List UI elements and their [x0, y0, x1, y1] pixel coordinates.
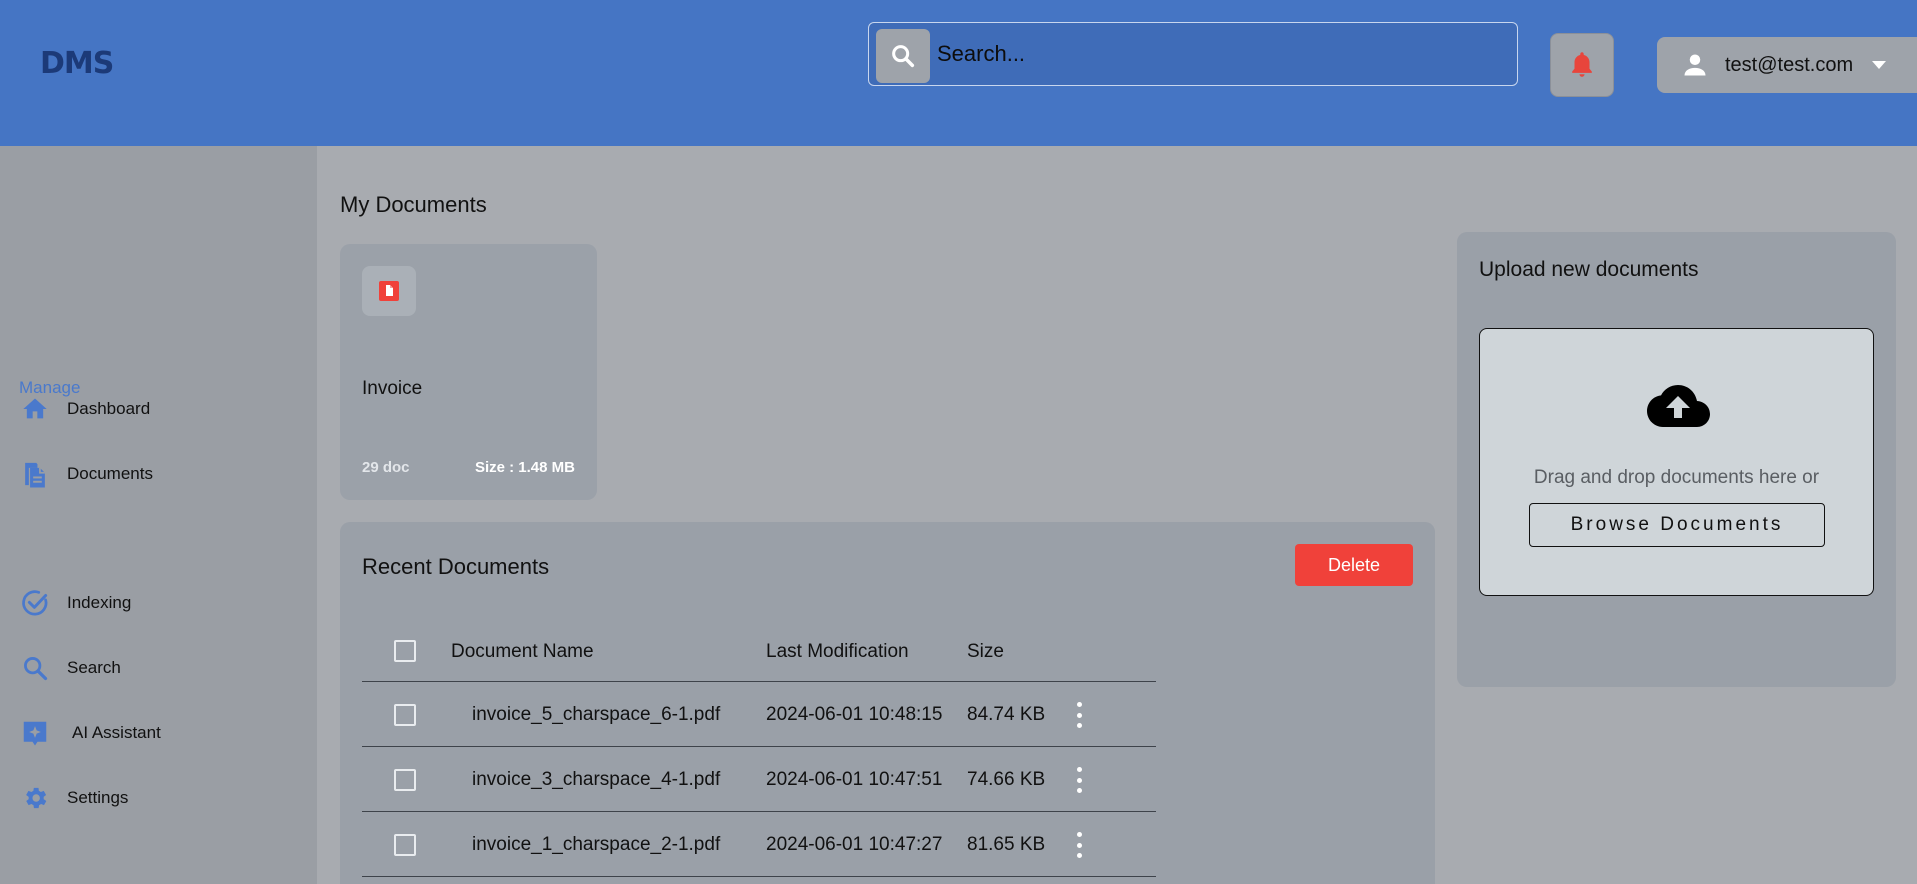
sidebar-item-search[interactable]: Search: [0, 643, 317, 693]
sidebar-item-label: Documents: [67, 464, 153, 483]
folder-doc-count: 29 doc: [362, 459, 410, 476]
document-name[interactable]: invoice_5_charspace_6-1.pdf: [472, 704, 720, 726]
gear-icon: [20, 783, 50, 813]
column-header-name[interactable]: Document Name: [451, 641, 594, 663]
user-icon: [1684, 54, 1706, 76]
documents-icon: [20, 459, 50, 489]
recent-documents-title: Recent Documents: [362, 554, 550, 579]
recent-documents-table: Document Name Last Modification Size inv…: [362, 620, 1156, 877]
browse-documents-button[interactable]: Browse Documents: [1529, 503, 1825, 547]
search-input[interactable]: [937, 31, 1497, 77]
row-checkbox[interactable]: [394, 769, 416, 791]
table-row[interactable]: invoice_1_charspace_2-1.pdf 2024-06-01 1…: [362, 812, 1156, 877]
logo-letter-d: D: [40, 46, 65, 81]
upload-panel: Upload new documents Drag and drop docum…: [1457, 232, 1896, 687]
document-size: 81.65 KB: [967, 834, 1046, 855]
user-email: test@test.com: [1725, 53, 1854, 76]
row-checkbox[interactable]: [394, 704, 416, 726]
sidebar-item-settings[interactable]: Settings: [0, 773, 317, 823]
ai-sparkle-icon: [20, 718, 50, 748]
folder-card-invoice[interactable]: Invoice 29 doc Size : 1.48 MB: [340, 244, 597, 500]
sidebar-item-label: Search: [67, 658, 121, 677]
search-icon: [892, 45, 915, 68]
more-options-icon[interactable]: [1072, 700, 1086, 730]
sidebar: Dashboard Documents Manage Indexing Sear…: [0, 146, 317, 884]
sidebar-item-label: Settings: [67, 788, 129, 807]
folder-size: Size : 1.48 MB: [474, 459, 575, 476]
drop-zone[interactable]: Drag and drop documents here or Browse D…: [1479, 328, 1874, 596]
folder-name: Invoice: [362, 378, 423, 399]
pdf-file-icon: [379, 281, 399, 301]
table-header-row: Document Name Last Modification Size: [362, 620, 1156, 682]
recent-documents-panel: Recent Documents Delete Document Name La…: [340, 522, 1435, 884]
sidebar-item-indexing[interactable]: Indexing: [0, 578, 317, 628]
chevron-down-icon: [1872, 61, 1887, 69]
more-options-icon[interactable]: [1072, 765, 1086, 795]
document-modified: 2024-06-01 10:47:51: [766, 769, 943, 790]
cloud-upload-icon: [1647, 385, 1710, 427]
home-icon: [20, 394, 50, 424]
logo-letter-m: M: [63, 46, 94, 81]
row-checkbox[interactable]: [394, 834, 416, 856]
delete-button[interactable]: Delete: [1295, 544, 1413, 586]
folder-icon-wrapper: [362, 266, 416, 316]
user-menu-button[interactable]: test@test.com: [1657, 37, 1917, 93]
sidebar-item-label: Dashboard: [67, 399, 151, 418]
document-size: 84.74 KB: [967, 704, 1046, 725]
column-header-size[interactable]: Size: [967, 641, 1004, 663]
table-row[interactable]: invoice_3_charspace_4-1.pdf 2024-06-01 1…: [362, 747, 1156, 812]
document-name[interactable]: invoice_1_charspace_2-1.pdf: [472, 834, 720, 856]
document-name[interactable]: invoice_3_charspace_4-1.pdf: [472, 769, 720, 791]
more-options-icon[interactable]: [1072, 830, 1086, 860]
sidebar-item-label: Indexing: [67, 593, 132, 612]
search-button[interactable]: [876, 29, 930, 83]
document-modified: 2024-06-01 10:48:15: [766, 704, 943, 725]
check-circle-icon: [20, 588, 50, 618]
table-row[interactable]: invoice_5_charspace_6-1.pdf 2024-06-01 1…: [362, 682, 1156, 747]
bell-icon: [1572, 52, 1592, 77]
sidebar-item-label: AI Assistant: [72, 723, 161, 742]
document-size: 74.66 KB: [967, 769, 1046, 790]
sidebar-item-ai-assistant[interactable]: AI Assistant: [0, 708, 317, 758]
column-header-modified[interactable]: Last Modification: [766, 641, 909, 663]
search-icon: [20, 653, 50, 683]
logo-letter-s: S: [92, 46, 115, 81]
drop-instructions: Drag and drop documents here or: [1533, 467, 1820, 488]
global-search: [868, 22, 1518, 86]
top-bar: DMS test@test.com: [0, 0, 1917, 146]
notifications-button[interactable]: [1550, 33, 1614, 97]
sidebar-item-documents[interactable]: Documents: [0, 449, 317, 499]
page-title: My Documents: [340, 192, 487, 217]
document-modified: 2024-06-01 10:47:27: [766, 834, 943, 855]
sidebar-section-manage: Manage: [19, 378, 81, 397]
select-all-checkbox[interactable]: [394, 640, 416, 662]
app-logo[interactable]: DMS: [40, 46, 115, 81]
upload-title: Upload new documents: [1479, 258, 1699, 281]
